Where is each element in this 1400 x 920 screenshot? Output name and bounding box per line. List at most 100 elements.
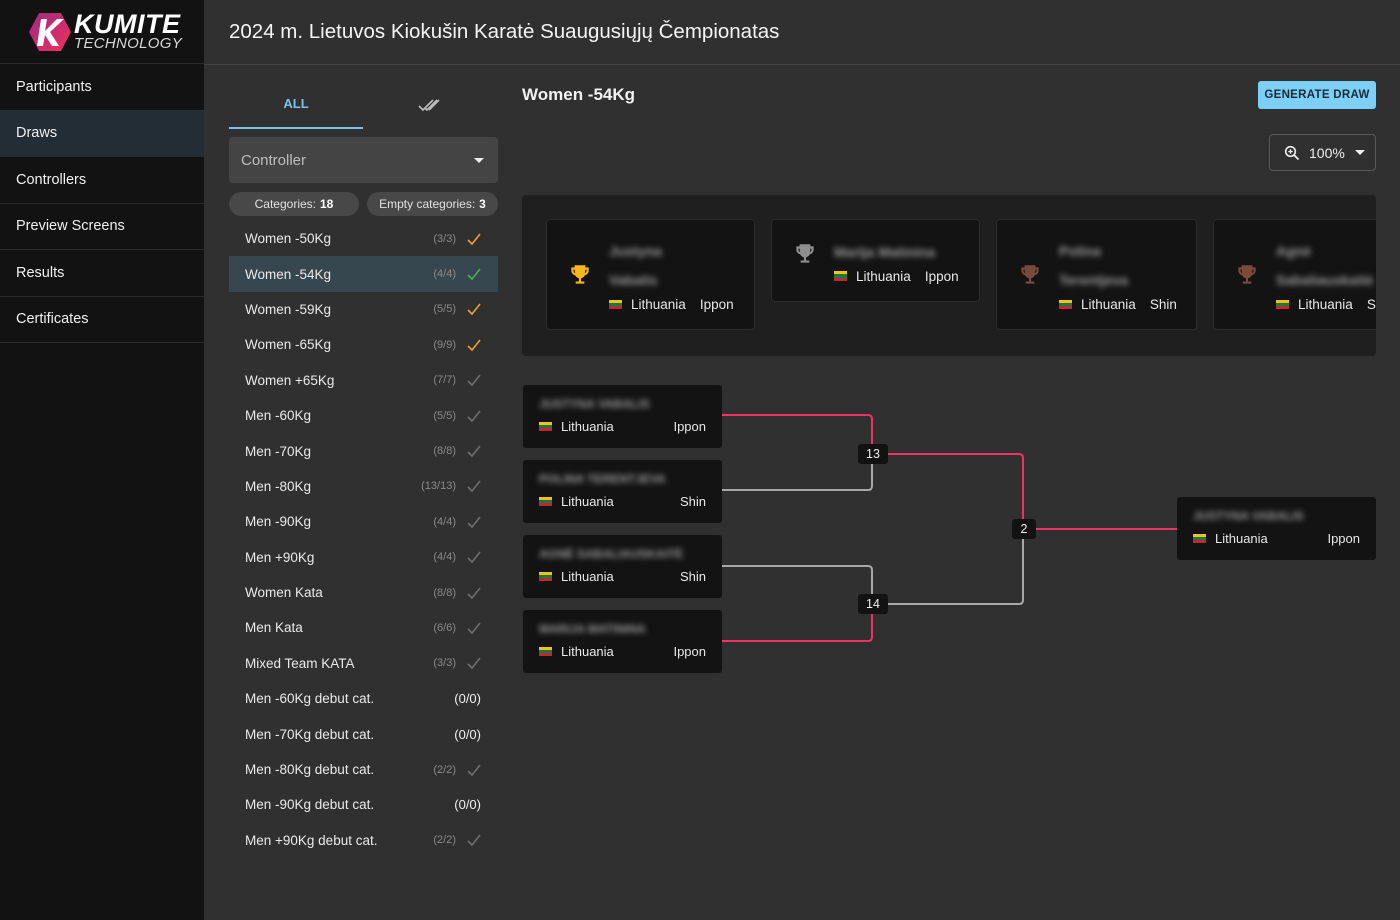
podium-card-first[interactable]: Justyna Vabalis Lithuania Ippon [546,219,755,330]
podium-name: Polina [1059,243,1102,259]
zoom-select[interactable]: 100% [1269,134,1376,171]
sidebar-item-results[interactable]: Results [0,250,204,297]
category-item[interactable]: Women -65Kg (9/9) [229,327,498,362]
category-name: Women Kata [245,585,323,601]
category-item[interactable]: Women Kata (8/8) [229,575,498,610]
sidebar-item-draws[interactable]: Draws [0,110,204,157]
category-item[interactable]: Men -80Kg (13/13) [229,469,498,504]
category-list: Women -50Kg (3/3) Women -54Kg (4/4) Women -5… [229,221,498,858]
category-count: (4/4) [433,268,456,281]
bracket-fighter-card[interactable]: POLINA TERENTJEVA Lithuania Shin [523,460,722,523]
tab-completed[interactable] [363,80,497,129]
category-item[interactable]: Men Kata (6/6) [229,610,498,645]
fighter-club: Ippon [1327,531,1360,546]
bracket-line-loser [721,565,873,604]
podium-card-second[interactable]: Marija Matinina Lithuania Ippon [771,219,980,302]
kumite-logo-icon [29,12,71,51]
sidebar-item-participants[interactable]: Participants [0,64,204,111]
category-item[interactable]: Women -54Kg (4/4) [229,256,498,292]
check-icon [467,551,481,564]
caret-down-icon [1354,150,1365,155]
category-item[interactable]: Men -90Kg (4/4) [229,504,498,539]
fighter-country: Lithuania [561,569,614,584]
category-item[interactable]: Men +90Kg (4/4) [229,540,498,575]
lithuania-flag-icon [1276,299,1289,310]
sidebar-item-controllers[interactable]: Controllers [0,157,204,204]
category-name: Men -60Kg [245,408,312,424]
zoom-value: 100% [1309,144,1345,161]
podium-name-line2: Vabalis [609,272,658,288]
category-item[interactable]: Mixed Team KATA (3/3) [229,646,498,681]
category-name: Men -90Kg debut cat. [245,797,375,813]
match-number[interactable]: 2 [1012,519,1036,539]
category-item[interactable]: Men -60Kg debut cat. (0/0) [229,681,498,716]
lithuania-flag-icon [539,646,552,657]
categories-panel: ALL Controller Categories: 18 Empty categ… [229,80,498,858]
bracket-winner-card[interactable]: JUSTYNA VABALIS Lithuania Ippon [1177,497,1376,560]
check-icon [467,339,481,352]
fighter-country: Lithuania [1215,531,1268,546]
lithuania-flag-icon [539,421,552,432]
category-count: (4/4) [433,551,456,564]
podium: Justyna Vabalis Lithuania Ippon Marija M… [522,195,1376,356]
podium-name-line2: Terentjeva [1059,272,1128,288]
category-name: Men -80Kg [245,478,312,494]
category-count: (0/0) [454,797,481,813]
category-item[interactable]: Men -90Kg debut cat. (0/0) [229,787,498,822]
category-name: Men +90Kg [245,549,315,565]
category-item[interactable]: Women -59Kg (5/5) [229,292,498,327]
check-icon [467,233,481,245]
podium-card-third-2[interactable]: Agnė Sabaliauskaitė Lithuania Shin [1213,219,1376,330]
tab-all[interactable]: ALL [229,80,363,129]
bracket-line-winner [721,604,873,642]
bracket-line-loser [721,454,873,491]
category-item[interactable]: Women -50Kg (3/3) [229,221,498,256]
category-item[interactable]: Men -60Kg (5/5) [229,398,498,433]
check-icon [467,516,481,529]
page-title: 2024 m. Lietuvos Kiokušin Karatė Suaugus… [229,20,780,43]
fighter-name: POLINA TERENTJEVA [539,472,666,486]
lithuania-flag-icon [539,571,552,582]
category-count: (6/6) [433,621,456,634]
fighter-name: MARIJA MATININA [539,622,646,636]
check-icon [467,410,481,422]
category-count: (0/0) [454,691,481,707]
match-number[interactable]: 13 [858,444,888,464]
category-name: Women -54Kg [245,266,332,282]
bracket-fighter-card[interactable]: AGNĖ SABALIAUSKAITĖ Lithuania Shin [523,535,722,598]
category-item[interactable]: Men -70Kg (8/8) [229,433,498,468]
logo[interactable]: KUMITE TECHNOLOGY [0,0,204,64]
podium-country: Lithuania [631,297,686,312]
controller-select[interactable]: Controller [229,137,498,183]
podium-card-third[interactable]: Polina Terentjeva Lithuania Shin [996,219,1197,330]
bracket-fighter-card[interactable]: JUSTYNA VABALIS Lithuania Ippon [523,385,722,448]
fighter-name: JUSTYNA VABALIS [539,397,650,411]
category-title: Women -54Kg [522,85,636,104]
match-number[interactable]: 14 [858,594,888,614]
check-icon [467,622,481,635]
category-item[interactable]: Women +65Kg (7/7) [229,363,498,398]
category-count: (13/13) [421,480,456,493]
check-icon [467,764,481,776]
fighter-country: Lithuania [561,419,614,434]
bracket-fighter-card[interactable]: MARIJA MATININA Lithuania Ippon [523,610,722,673]
category-item[interactable]: Men -80Kg debut cat. (2/2) [229,752,498,787]
sidebar-item-preview-screens[interactable]: Preview Screens [0,204,204,250]
generate-draw-button[interactable]: GENERATE DRAW [1258,81,1376,109]
fighter-club: Shin [679,494,706,509]
category-item[interactable]: Men -70Kg debut cat. (0/0) [229,716,498,751]
check-icon [467,657,481,670]
fighter-club: Ippon [673,644,706,659]
podium-country: Lithuania [856,268,911,284]
category-item[interactable]: Men +90Kg debut cat. (2/2) [229,823,498,858]
category-count: (9/9) [433,338,456,351]
empty-categories-value: 3 [479,197,486,211]
category-name: Men Kata [245,620,303,636]
bronze-trophy-icon [1021,264,1039,284]
brand-name: KUMITE [74,8,181,39]
sidebar-item-certificates[interactable]: Certificates [0,297,204,343]
category-name: Men +90Kg debut cat. [245,832,378,848]
sidebar-nav: Participants Draws Controllers Preview S… [0,64,204,343]
silver-trophy-icon [796,243,814,263]
podium-country: Lithuania [1298,297,1353,312]
